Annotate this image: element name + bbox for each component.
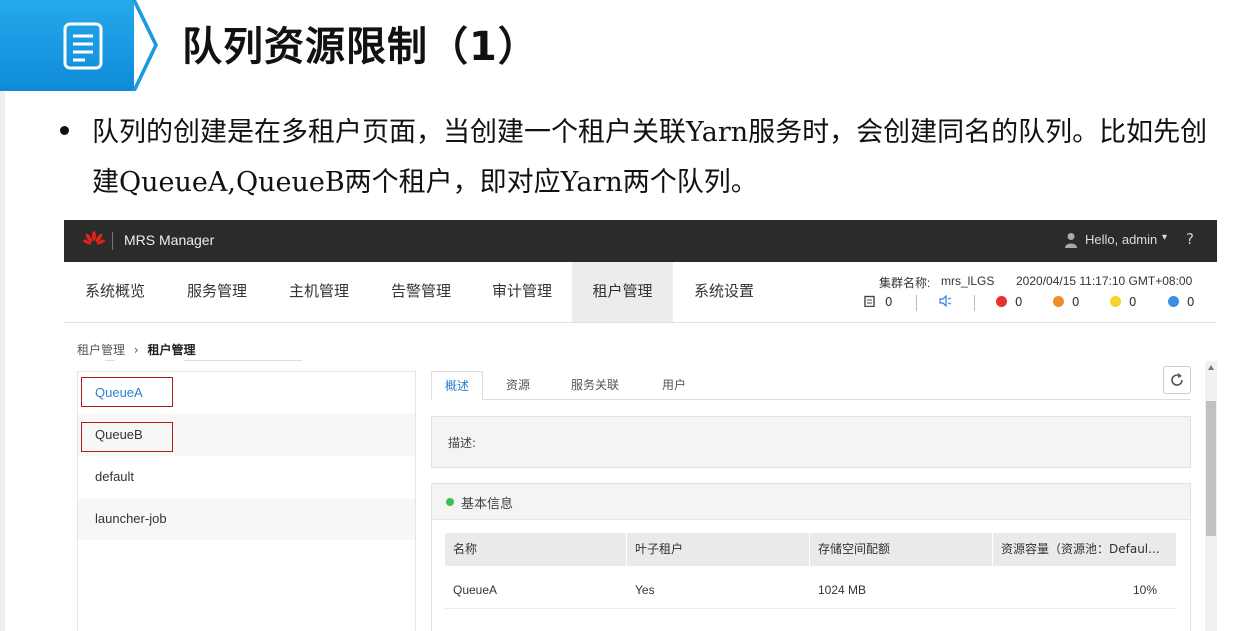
refresh-icon [1171,373,1183,386]
tenant-item-launcher-job[interactable]: launcher-job [78,498,415,540]
tenant-item-default[interactable]: default [78,456,415,498]
info-count: 0 [1186,295,1195,309]
stat-divider [974,295,975,311]
highlight-box [81,377,173,407]
tenant-list: QueueA QueueB default launcher-job [77,371,416,631]
cluster-label: 集群名称: [879,276,931,290]
app-name: MRS Manager [124,232,215,248]
nav-alarm-management[interactable]: 告警管理 [370,262,472,322]
bullet-dot [60,126,69,135]
nav-service-management[interactable]: 服务管理 [166,262,268,322]
cluster-datetime: 2020/04/15 11:17:10 GMT+08:00 [1016,274,1193,288]
cell-resource-capacity: 10% [1132,583,1157,597]
cell-storage-quota: 1024 MB [818,583,867,597]
column-header-storage-quota: 存储空间配额 [810,533,993,566]
detail-scrollbar[interactable] [1205,361,1217,631]
help-icon[interactable]: ? [1186,230,1194,248]
major-alarm-icon [1053,296,1064,307]
breadcrumb: 租户管理 › 租户管理 [77,341,196,358]
tab-overview[interactable]: 概述 [431,371,483,401]
document-icon [63,22,103,70]
description-box: 描述: [431,416,1191,468]
info-alarm-icon [1168,296,1179,307]
header-chevron-icon [132,0,158,91]
stat-divider [916,295,917,311]
major-alarm-stat[interactable]: 0 [1053,295,1079,309]
clipboard-icon [864,295,875,308]
speaker-icon [939,294,952,308]
nav-tenant-management[interactable]: 租户管理 [572,262,673,322]
huawei-logo-icon [83,231,105,245]
top-bar: MRS Manager Hello, admin ▾ ? [64,220,1217,262]
nav-audit-management[interactable]: 审计管理 [472,262,572,322]
slide-paragraph: 队列的创建是在多租户页面，当创建一个租户关联Yarn服务时，会创建同名的队列。比… [92,117,1208,198]
critical-count: 0 [1014,295,1023,309]
logo-separator [112,232,113,250]
tab-service-association[interactable]: 服务关联 [555,371,635,399]
user-menu[interactable]: Hello, admin [1085,232,1157,247]
highlight-box [81,422,173,452]
mrs-manager-window: MRS Manager Hello, admin ▾ ? 系统概览 服务管理 主… [64,220,1217,631]
tenant-detail-panel: 概述 资源 服务关联 用户 描述: 基本信息 名称 叶子租户 存储空间配额 资源… [415,361,1205,631]
cell-name: QueueA [453,583,498,597]
breadcrumb-parent[interactable]: 租户管理 [77,343,125,357]
search-input-edge[interactable] [184,360,302,361]
user-icon[interactable] [1064,232,1078,248]
left-rule [0,91,5,631]
scroll-thumb[interactable] [1206,401,1216,536]
critical-alarm-stat[interactable]: 0 [996,295,1022,309]
minor-alarm-icon [1110,296,1121,307]
refresh-button[interactable] [1163,366,1191,394]
task-stat[interactable]: 0 [864,295,892,309]
breadcrumb-current: 租户管理 [147,343,196,357]
nav-host-management[interactable]: 主机管理 [268,262,370,322]
task-count: 0 [884,295,893,309]
column-header-leaf-tenant: 叶子租户 [627,533,810,566]
cell-leaf-tenant: Yes [635,583,655,597]
table-row: QueueA Yes 1024 MB 10% [445,572,1177,609]
detail-tabs: 概述 资源 服务关联 用户 [431,371,1191,401]
add-button-edge[interactable] [105,360,115,361]
table-header: 名称 叶子租户 存储空间配额 资源容量（资源池：Defaul... [445,533,1177,566]
slide-title: 队列资源限制（1） [182,24,539,70]
chevron-down-icon[interactable]: ▾ [1162,232,1167,243]
sound-stat[interactable] [939,294,952,309]
basic-info-panel: 基本信息 名称 叶子租户 存储空间配额 资源容量（资源池：Defaul... Q… [431,483,1191,631]
nav-system-settings[interactable]: 系统设置 [673,262,775,322]
major-count: 0 [1071,295,1080,309]
minor-count: 0 [1128,295,1137,309]
info-alarm-stat[interactable]: 0 [1168,295,1194,309]
column-header-resource-capacity: 资源容量（资源池：Defaul... [993,533,1177,566]
nav-system-overview[interactable]: 系统概览 [64,262,166,322]
column-header-name: 名称 [445,533,627,566]
status-dot-icon [446,498,454,506]
tenant-label: default [95,469,135,484]
description-label: 描述: [448,436,477,450]
scroll-up-icon[interactable] [1208,365,1214,370]
basic-info-header: 基本信息 [432,484,1190,520]
tab-resources[interactable]: 资源 [493,371,543,399]
minor-alarm-stat[interactable]: 0 [1110,295,1136,309]
breadcrumb-separator: › [133,343,139,357]
tenant-label: launcher-job [95,511,167,526]
main-nav: 系统概览 服务管理 主机管理 告警管理 审计管理 租户管理 系统设置 集群名称:… [64,262,1217,323]
cluster-name: mrs_lLGS [941,274,995,288]
basic-info-title: 基本信息 [461,497,514,512]
critical-alarm-icon [996,296,1007,307]
tab-users[interactable]: 用户 [649,371,699,399]
